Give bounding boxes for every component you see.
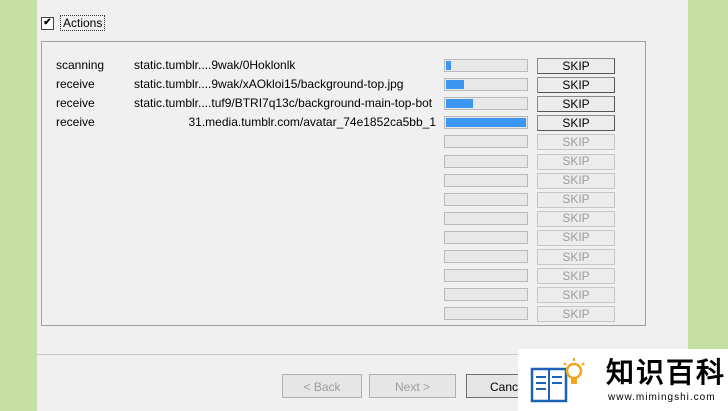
skip-button[interactable]: SKIP xyxy=(537,229,615,246)
skip-button[interactable]: SKIP xyxy=(537,58,615,74)
transfer-url: static.tumblr....9wak/xAOkloi15/backgrou… xyxy=(134,77,404,92)
transfer-progress-bar xyxy=(444,154,528,168)
transfer-action: receive xyxy=(56,96,95,111)
transfer-row: receive static.tumblr....9wak/xAOkloi15/b… xyxy=(42,75,645,94)
skip-button[interactable]: SKIP xyxy=(537,287,615,304)
skip-button[interactable]: SKIP xyxy=(537,96,615,113)
transfer-progress-bar xyxy=(444,230,528,244)
skip-button[interactable]: SKIP xyxy=(537,249,615,265)
transfer-row: SKIP xyxy=(42,190,645,209)
book-lightbulb-icon xyxy=(530,358,585,403)
transfer-action: receive xyxy=(56,77,95,92)
transfer-url: static.tumblr....9wak/0Hoklonlk xyxy=(134,58,296,72)
progress-fill xyxy=(446,80,464,90)
transfer-row: scanning static.tumblr....9wak/0Hoklonlk S… xyxy=(42,56,645,75)
skip-button[interactable]: SKIP xyxy=(537,306,615,323)
transfer-row: SKIP xyxy=(42,285,645,304)
next-button[interactable]: Next > xyxy=(369,374,456,398)
transfer-progress-bar xyxy=(444,250,528,263)
checkmark-icon: ✔ xyxy=(43,17,52,28)
progress-fill xyxy=(446,118,526,128)
watermark-title: 知识百科 xyxy=(606,357,727,388)
transfer-row: SKIP xyxy=(42,152,645,171)
skip-button[interactable]: SKIP xyxy=(537,172,615,189)
progress-fill xyxy=(446,99,473,109)
transfer-row: SKIP xyxy=(42,266,645,285)
transfer-row: SKIP xyxy=(42,209,645,228)
transfer-action: receive xyxy=(56,115,95,130)
skip-button[interactable]: SKIP xyxy=(537,210,615,227)
transfer-progress-bar xyxy=(444,211,528,225)
transfer-progress-bar xyxy=(444,269,528,283)
transfer-row: SKIP xyxy=(42,304,645,323)
skip-button[interactable]: SKIP xyxy=(537,134,615,151)
transfer-row: SKIP xyxy=(42,171,645,190)
transfer-list-panel: scanning static.tumblr....9wak/0Hoklonlk S… xyxy=(41,41,646,326)
skip-button[interactable]: SKIP xyxy=(537,268,615,285)
back-button[interactable]: < Back xyxy=(282,374,362,398)
skip-button[interactable]: SKIP xyxy=(537,77,615,94)
transfer-progress-bar xyxy=(444,59,528,72)
transfer-row: SKIP xyxy=(42,247,645,266)
transfer-row: receive static.tumblr....tuf9/BTRI7q13c/b… xyxy=(42,94,645,113)
transfer-action: scanning xyxy=(56,58,105,72)
transfer-progress-bar xyxy=(444,173,528,187)
transfer-progress-bar xyxy=(444,78,528,92)
skip-button[interactable]: SKIP xyxy=(537,191,615,208)
watermark-url: www.mimingshi.com xyxy=(608,392,716,403)
transfer-row: SKIP xyxy=(42,132,645,151)
transfer-progress-bar xyxy=(444,288,528,302)
actions-toggle[interactable]: ✔ Actions xyxy=(41,14,106,32)
transfer-url: static.tumblr....tuf9/BTRI7q13c/backgrou… xyxy=(134,96,433,111)
transfer-progress-bar xyxy=(444,97,528,111)
transfer-url: 31.media.tumblr.com/avatar_74e1852ca5bb_… xyxy=(188,115,437,130)
skip-button[interactable]: SKIP xyxy=(537,153,615,170)
transfer-progress-bar xyxy=(444,307,528,321)
transfer-progress-bar xyxy=(444,116,528,130)
watermark: 知识百科 www.mimingshi.com xyxy=(518,349,728,411)
progress-fill xyxy=(446,61,451,70)
transfer-row: receive 31.media.tumblr.com/avatar_74e185… xyxy=(42,113,645,132)
actions-label[interactable]: Actions xyxy=(60,15,106,31)
actions-checkbox[interactable]: ✔ xyxy=(41,16,54,30)
skip-button[interactable]: SKIP xyxy=(537,115,615,132)
transfer-row: SKIP xyxy=(42,228,645,247)
transfer-progress-bar xyxy=(444,192,528,206)
transfer-progress-bar xyxy=(444,135,528,149)
